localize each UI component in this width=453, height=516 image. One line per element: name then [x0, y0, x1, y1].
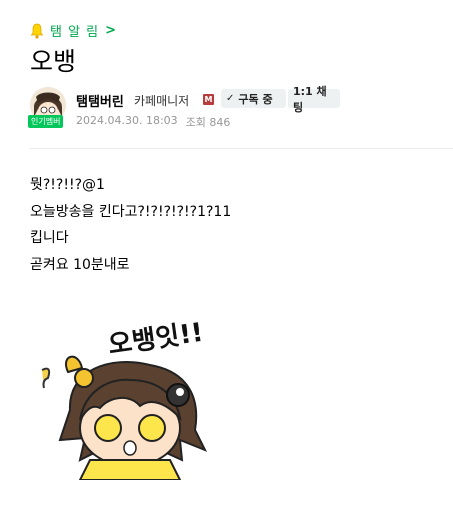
- divider: [30, 148, 453, 149]
- content-line: 곧켜요 10분내로: [30, 256, 130, 273]
- post-meta: 2024.04.30. 18:03 조회 846: [76, 114, 230, 130]
- subscribe-label: 구독 중: [238, 92, 273, 106]
- check-icon: ✓: [226, 93, 235, 104]
- manager-icon: M: [203, 94, 214, 105]
- post-date: 2024.04.30. 18:03: [76, 114, 178, 127]
- subscribe-button[interactable]: ✓ 구독 중: [221, 89, 286, 108]
- sticker-image: 오뱅잇!!: [30, 310, 230, 481]
- chat-label: 1:1 채팅: [293, 84, 327, 114]
- board-link[interactable]: 탬 알 림 >: [30, 21, 116, 40]
- view-count: 조회 846: [185, 116, 231, 129]
- chevron-right-icon: >: [105, 23, 117, 38]
- content-line: 뭣?!?!!?@1: [30, 177, 105, 193]
- content-line: 킵니다: [30, 230, 69, 246]
- post-content: 뭣?!?!!?@1 오늘방송을 킨다고?!?!?!?!?1?11 킵니다 곧켜요…: [30, 172, 231, 278]
- author-role: 카페매니저: [134, 94, 190, 108]
- board-name: 탬 알 림: [50, 25, 100, 40]
- author-info: 인기멤버 탬탬버린 카페매니저 M ✓ 구독 중 1:1 채팅 2024.04.…: [28, 85, 450, 131]
- bell-icon: [30, 23, 44, 39]
- chat-button[interactable]: 1:1 채팅: [288, 85, 340, 114]
- author-nickname[interactable]: 탬탬버린: [76, 91, 124, 110]
- popular-member-badge: 인기멤버: [28, 115, 64, 128]
- content-line: 오늘방송을 킨다고?!?!?!?!?1?11: [30, 203, 232, 220]
- sticker-text: 오뱅잇!!: [106, 318, 205, 361]
- post-title: 오뱅: [30, 47, 77, 76]
